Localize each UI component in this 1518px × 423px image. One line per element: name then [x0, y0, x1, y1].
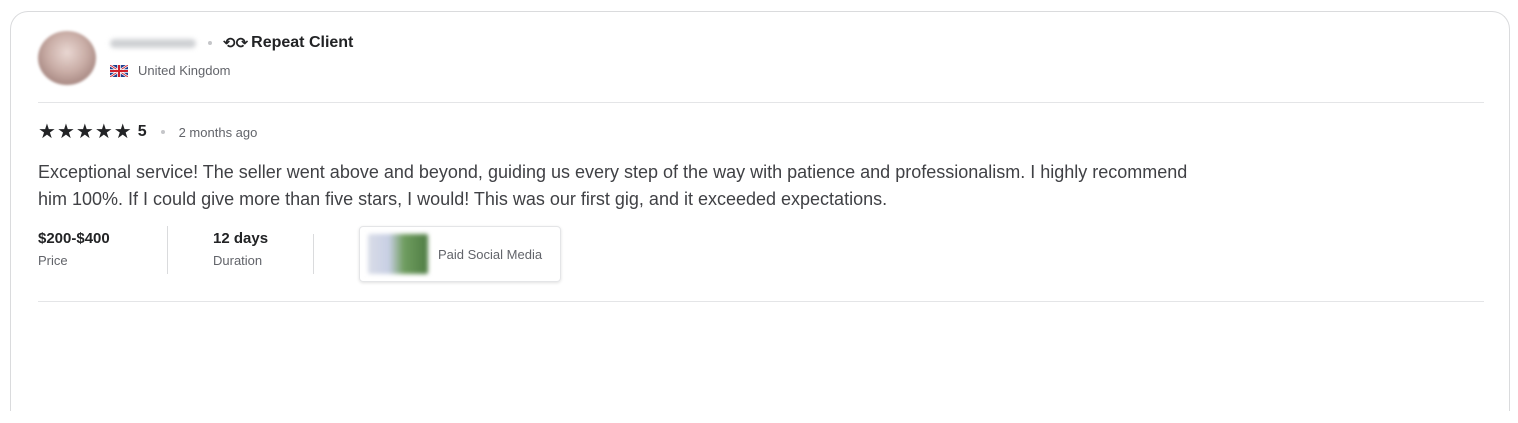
- separator-dot: [160, 130, 165, 134]
- repeat-client-badge: Repeat Client: [251, 34, 354, 51]
- divider: [38, 102, 1484, 103]
- review-text: Exceptional service! The seller went abo…: [38, 162, 1188, 209]
- star-icon: ★: [38, 121, 56, 143]
- repeat-icon: ⟲⟳: [223, 34, 249, 52]
- country-row: United Kingdom: [110, 63, 353, 78]
- avatar[interactable]: [38, 31, 96, 85]
- gig-card[interactable]: Paid Social Media: [359, 226, 561, 282]
- separator-dot: [208, 41, 212, 45]
- price-block: $200-$400 Price: [38, 226, 167, 274]
- gig-title[interactable]: Paid Social Media: [438, 247, 542, 262]
- price-value: $200-$400: [38, 230, 110, 247]
- reviewer-name-row: ⟲⟳ Repeat Client: [110, 33, 353, 53]
- star-rating: ★ ★ ★ ★ ★: [38, 122, 133, 142]
- reviewer-header: ⟲⟳ Repeat Client United Kingdom: [38, 31, 353, 87]
- reviewer-name[interactable]: [110, 39, 196, 48]
- duration-block: 12 days Duration: [167, 226, 313, 274]
- star-icon: ★: [113, 121, 132, 143]
- price-label: Price: [38, 253, 68, 268]
- duration-label: Duration: [213, 253, 263, 268]
- review-meta: $200-$400 Price 12 days Duration Paid So…: [38, 226, 561, 286]
- review-date: 2 months ago: [178, 124, 258, 140]
- star-icon: ★: [75, 121, 94, 143]
- review-card: ⟲⟳ Repeat Client United Kingdom ★ ★ ★ ★: [10, 11, 1510, 411]
- divider: [38, 301, 1484, 302]
- reviewer-info: ⟲⟳ Repeat Client United Kingdom: [110, 31, 353, 87]
- duration-value: 12 days: [213, 230, 269, 247]
- rating-value: 5: [137, 123, 147, 140]
- uk-flag-icon: [110, 64, 128, 77]
- country-label: United Kingdom: [138, 63, 231, 78]
- star-icon: ★: [56, 121, 75, 143]
- star-icon: ★: [94, 121, 113, 143]
- rating-row: ★ ★ ★ ★ ★ 5 2 months ago: [38, 121, 257, 143]
- gig-thumbnail[interactable]: [368, 234, 428, 274]
- meta-divider: [313, 234, 359, 274]
